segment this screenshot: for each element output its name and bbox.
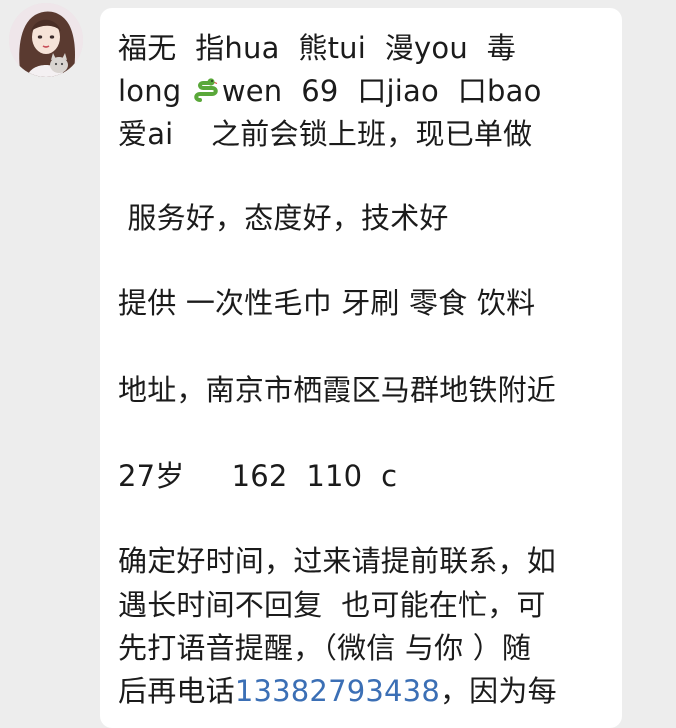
message-line: 提供 一次性毛巾 牙刷 零食 饮料 <box>118 286 536 320</box>
message-text: wen 69 口jiao 口bao <box>221 74 542 108</box>
avatar-girl-with-cat-icon <box>9 3 83 77</box>
avatar[interactable] <box>9 3 83 77</box>
message-line: 27岁 162 110 c <box>118 459 398 493</box>
message-line: 爱ai 之前会锁上班，现已单做 <box>118 117 533 151</box>
message-line: 地址，南京市栖霞区马群地铁附近 <box>118 373 557 407</box>
message-line: 福无 指hua 熊tui 漫you 毒 <box>118 31 516 65</box>
phone-number-link[interactable]: 13382793438 <box>235 674 440 708</box>
message-line: long wen 69 口jiao 口bao <box>118 72 542 110</box>
message-line: 先打语音提醒，（微信 与你 ）随 <box>118 631 532 665</box>
message-line: 遇长时间不回复 也可能在忙，可 <box>118 588 546 622</box>
message-text: long <box>118 74 191 108</box>
message-line: 服务好，态度好，技术好 <box>118 201 449 235</box>
snake-emoji-icon <box>191 75 221 105</box>
message-text: 后再电话 <box>118 674 235 708</box>
message-line: 后再电话13382793438，因为每 <box>118 672 557 710</box>
message-line: 确定好时间，过来请提前联系，如 <box>118 544 557 578</box>
message-text: ，因为每 <box>439 674 557 708</box>
